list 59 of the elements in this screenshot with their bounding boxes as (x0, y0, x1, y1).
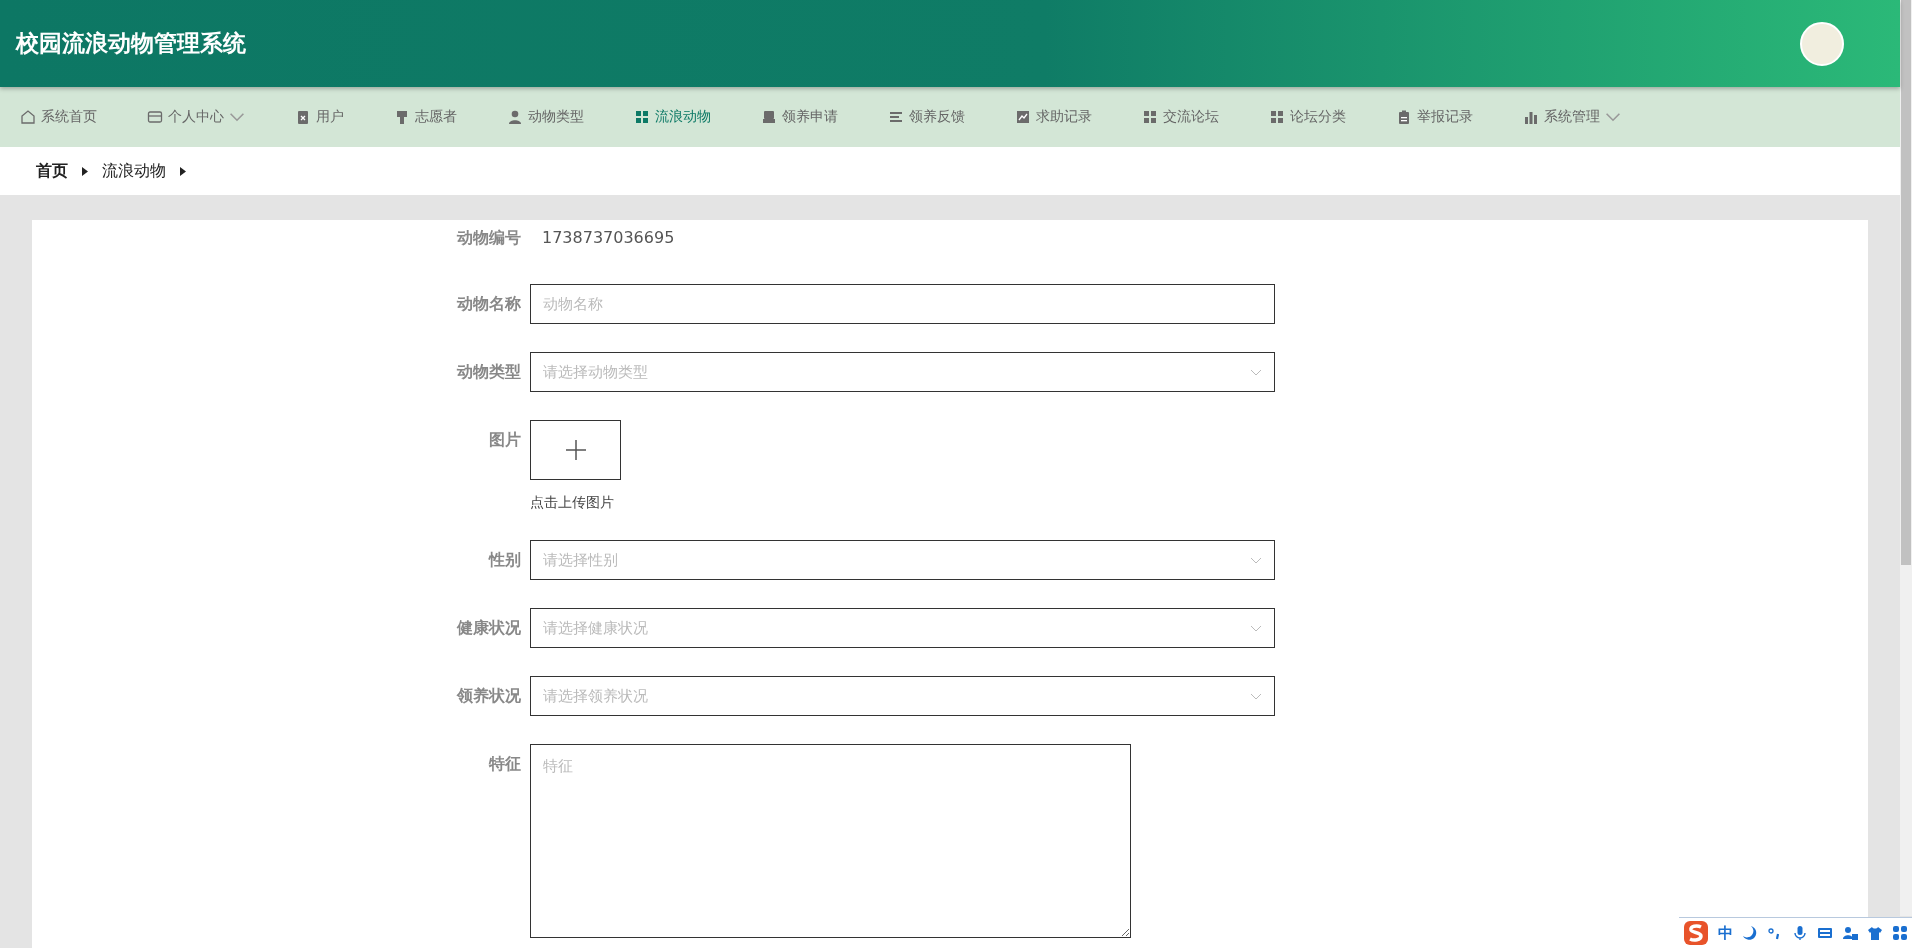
nav-item[interactable]: 交流论坛 (1142, 108, 1219, 126)
plus-icon (564, 439, 587, 461)
field-label: 特征 (488, 753, 521, 775)
field-label: 动物编号 (455, 227, 521, 249)
field-label: 健康状况 (455, 617, 521, 639)
moon-icon[interactable] (1742, 925, 1758, 941)
field-label: 动物名称 (455, 293, 521, 315)
keyboard-icon[interactable] (1817, 925, 1833, 941)
field-label: 图片 (488, 429, 521, 451)
textarea-field[interactable]: 特征 (530, 744, 1131, 938)
input-field[interactable]: 动物名称 (530, 284, 1275, 324)
chevron-down-icon (1250, 368, 1262, 376)
field-label: 性别 (487, 549, 521, 571)
nav-item[interactable]: 系统管理 (1523, 108, 1621, 126)
field-label: 动物类型 (455, 361, 521, 383)
triangle-right-icon (180, 166, 186, 176)
person-icon (507, 109, 523, 125)
nav-item[interactable]: 动物类型 (507, 108, 584, 126)
ime-mode-toggle[interactable]: 中 (1718, 923, 1733, 943)
breadcrumb-item[interactable]: 流浪动物 (102, 160, 166, 182)
card-icon (147, 109, 163, 125)
grid-icon (1269, 109, 1285, 125)
chevron-down-icon (1250, 692, 1262, 700)
nav-item[interactable]: 论坛分类 (1269, 108, 1346, 126)
grid-icon[interactable] (1892, 925, 1908, 941)
upload-button[interactable] (530, 420, 621, 480)
nav-item[interactable]: 志愿者 (394, 108, 457, 126)
upload-caption: 点击上传图片 (530, 494, 615, 512)
shirt-icon[interactable] (1867, 925, 1883, 941)
nav-item[interactable]: 用户 (295, 108, 344, 126)
nav-item[interactable]: 系统首页 (20, 108, 97, 126)
printer-icon (761, 109, 777, 125)
clipboard-icon (295, 109, 311, 125)
scrollbar-thumb[interactable] (1901, 0, 1911, 565)
app-title: 校园流浪动物管理系统 (16, 29, 246, 58)
list-icon (888, 109, 904, 125)
triangle-right-icon (82, 166, 88, 176)
nav-item[interactable]: 领养申请 (761, 108, 838, 126)
field-label: 领养状况 (455, 685, 521, 707)
nav-item[interactable]: 个人中心 (147, 108, 245, 126)
field-value: 1738737036695 (541, 227, 675, 249)
avatar[interactable] (1800, 21, 1844, 66)
nav-item[interactable]: 求助记录 (1015, 108, 1092, 126)
home-icon (20, 109, 36, 125)
breadcrumb-item[interactable]: 首页 (36, 160, 68, 182)
grid-icon (634, 109, 650, 125)
user-icon[interactable] (1842, 925, 1858, 941)
chevron-down-icon (1250, 624, 1262, 632)
chart-icon (1015, 109, 1031, 125)
grid-icon (1142, 109, 1158, 125)
scrollbar[interactable] (1900, 0, 1912, 916)
ime-logo-icon[interactable] (1683, 920, 1709, 946)
microphone-icon[interactable] (1792, 925, 1808, 941)
nav-item[interactable]: 流浪动物 (634, 108, 711, 126)
chevron-down-icon (1250, 556, 1262, 564)
bar-chart-icon (1523, 109, 1539, 125)
nav-item[interactable]: 领养反馈 (888, 108, 965, 126)
nav-item[interactable]: 举报记录 (1396, 108, 1473, 126)
clipboard-icon (1396, 109, 1412, 125)
